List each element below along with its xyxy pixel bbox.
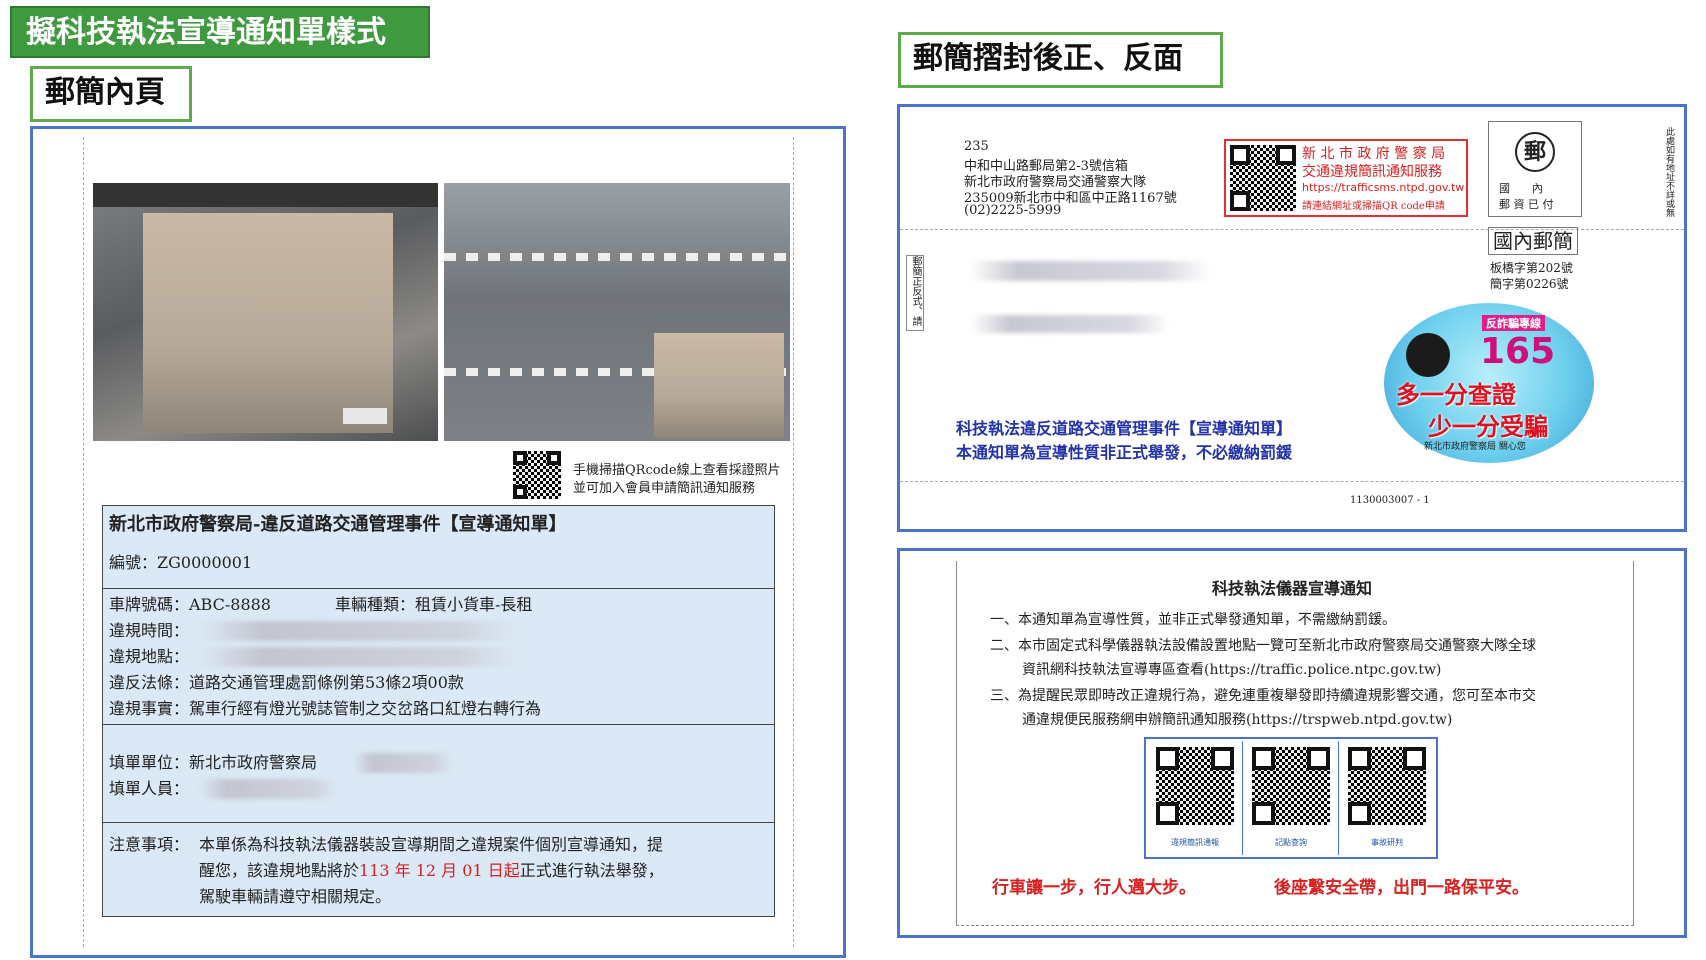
note-line-2: 醒您，該違規地點將於113 年 12 月 01 日起正式進行執法舉發， <box>199 858 664 883</box>
anti-fraud-badge: 反詐騙專線 165 多一分查證 少一分受騙 新北市政府警察局 關心您 <box>1384 303 1594 463</box>
redacted-recipient-address <box>970 261 1210 281</box>
guide-line <box>900 481 1684 482</box>
badge-hotline: 反詐騙專線 <box>1482 315 1545 331</box>
redacted-unit <box>353 753 453 773</box>
phone-number: (02)2225-5999 <box>964 203 1062 218</box>
vehicle-type: 車輛種類：租賃小貨車-長租 <box>335 595 533 614</box>
qr-code-group: 違規簡訊通報 記點查詢 事故研判 <box>1144 737 1438 859</box>
back-item-2a: 二、本市固定式科學儀器執法設備設置地點一覽可至新北市政府警察局交通警察大隊全球 <box>990 638 1536 654</box>
violation-fact: 違規事實：駕車行經有燈光號誌管制之交岔路口紅燈右轉行為 <box>109 699 542 718</box>
sms-qr-code[interactable] <box>1230 145 1296 211</box>
points-query-qr-code[interactable] <box>1252 747 1330 825</box>
qr-label-3: 事故研判 <box>1371 838 1403 847</box>
divider <box>103 588 774 589</box>
qr-cell-3[interactable]: 事故研判 <box>1340 741 1434 855</box>
qr-cell-2[interactable]: 記點查詢 <box>1244 741 1339 855</box>
truck-image <box>654 333 784 438</box>
enforcement-date: 113 年 12 月 01 日起 <box>359 861 520 880</box>
right-side-instruction: 此處如有地址不詳或無法投遞 <box>1664 127 1674 217</box>
postage-line-1: 國 內 <box>1499 182 1543 195</box>
filing-staff-label: 填單人員： <box>109 779 190 798</box>
badge-slogan-2: 少一分受騙 <box>1428 413 1548 441</box>
violation-place-label: 違規地點： <box>109 647 190 666</box>
note-line-3: 駕駛車輛請遵守相關規定。 <box>199 887 392 906</box>
qr-cell-1[interactable]: 違規簡訊通報 <box>1148 741 1243 855</box>
sms-line-2: 交通違規簡訊通知服務 <box>1302 164 1442 180</box>
permit-2: 簡字第0226號 <box>1490 277 1569 291</box>
back-item-2b: 資訊網科技執法宣導專區查看(https://traffic.police.ntp… <box>1022 662 1442 678</box>
notice-box: 新北市政府警察局-違反道路交通管理事件【宣導通知單】 編號：ZG0000001 … <box>102 505 775 917</box>
folded-label: 郵簡摺封後正、反面 <box>898 32 1223 88</box>
violation-time-label: 違規時間： <box>109 621 190 640</box>
sms-line-1: 新 北 市 政 府 警 察 局 <box>1302 146 1446 162</box>
main-title: 擬科技執法宣導通知單樣式 <box>10 6 430 58</box>
domestic-letter-card: 國內郵簡 <box>1488 227 1578 255</box>
badge-org: 新北市政府警察局 關心您 <box>1424 442 1526 452</box>
back-title: 科技執法儀器宣導通知 <box>1211 579 1372 598</box>
zip-code: 235 <box>964 139 989 154</box>
plate-number: 車牌號碼：ABC-8888 <box>109 595 271 614</box>
permit-1: 板橋字第202號 <box>1490 261 1573 275</box>
note-line-1: 本單係為科技執法儀器裝設宣導期間之違規案件個別宣導通知，提 <box>199 835 664 854</box>
inner-page-label: 郵簡內頁 <box>30 66 192 122</box>
plate-image <box>343 408 387 424</box>
note-text: 正式進行執法舉發， <box>519 861 664 880</box>
violated-law: 違反法條：道路交通管理處罰條例第53條2項00款 <box>109 673 464 692</box>
qr-label-1: 違規簡訊通報 <box>1171 838 1219 847</box>
tech-statement-2: 本通知單為宣導性質非正式舉發，不必繳納罰鍰 <box>956 443 1293 462</box>
qr-caption-2: 並可加入會員申請簡訊通知服務 <box>573 481 756 496</box>
post-emblem-icon: 郵 <box>1515 132 1555 172</box>
badge-slogan-1: 多一分查證 <box>1396 381 1516 409</box>
inner-page-panel: 手機掃描QRcode線上查看採證照片 並可加入會員申請簡訊通知服務 新北市政府警… <box>30 126 846 958</box>
notice-number: 編號：ZG0000001 <box>109 553 253 572</box>
envelope-front-panel: 235 中和中山路郵局第2-3號信箱 新北市政府警察局交通警察大隊 235009… <box>897 104 1687 532</box>
qr-caption-1: 手機掃描QRcode線上查看採證照片 <box>573 463 781 478</box>
back-item-1: 一、本通知單為宣導性質，並非正式舉發通知單，不需繳納罰鍰。 <box>990 612 1396 628</box>
side-instruction: 郵簡正反式、請參考背面 <box>906 255 924 331</box>
redacted-place <box>199 647 519 667</box>
guide-line <box>793 137 794 947</box>
filing-unit: 填單單位：新北市政府警察局 <box>109 753 318 772</box>
note-label: 注意事項： <box>109 835 190 854</box>
note-text: 醒您，該違規地點將於 <box>199 861 360 880</box>
sms-line-4: 請連結網址或掃描QR code申請 <box>1302 201 1445 212</box>
badge-165: 165 <box>1480 331 1556 372</box>
phone-icon <box>1406 333 1450 377</box>
serial-number: 1130003007 - 1 <box>1350 495 1430 506</box>
crosswalk-image <box>444 253 790 261</box>
guide-line <box>83 137 84 947</box>
accident-analysis-qr-code[interactable] <box>1348 747 1426 825</box>
back-item-3b: 通違規便民服務網申辦簡訊通知服務(https://trspweb.ntpd.go… <box>1022 712 1453 728</box>
redacted-recipient-name <box>970 315 1170 333</box>
slogan-1: 行車讓一步，行人邁大步。 <box>992 878 1196 898</box>
divider <box>103 822 774 823</box>
redacted-staff <box>199 779 339 799</box>
back-item-3a: 三、為提醒民眾即時改正違規行為，避免連重複舉發即持續違規影響交通，您可至本市交 <box>990 688 1536 704</box>
evidence-photo-2[interactable] <box>444 183 790 441</box>
sms-service-box: 新 北 市 政 府 警 察 局 交通違規簡訊通知服務 https://traff… <box>1224 139 1468 217</box>
sms-notice-qr-code[interactable] <box>1156 747 1234 825</box>
slogan-2: 後座繫安全帶，出門一路保平安。 <box>1274 878 1529 898</box>
truck-image <box>143 213 393 433</box>
qr-label-2: 記點查詢 <box>1275 838 1307 847</box>
postage-line-2: 郵 資 已 付 <box>1499 198 1554 211</box>
sms-url[interactable]: https://trafficsms.ntpd.gov.tw <box>1302 181 1464 194</box>
tech-statement-1: 科技執法違反道路交通管理事件【宣導通知單】 <box>956 419 1293 438</box>
redacted-time <box>199 621 519 641</box>
divider <box>103 724 774 725</box>
evidence-photo-1[interactable] <box>93 183 438 441</box>
postage-paid-box: 郵 國 內 郵 資 已 付 <box>1488 121 1582 217</box>
evidence-qr-code[interactable] <box>513 451 561 499</box>
envelope-back-panel: 科技執法儀器宣導通知 一、本通知單為宣導性質，並非正式舉發通知單，不需繳納罰鍰。… <box>897 548 1687 938</box>
notice-title: 新北市政府警察局-違反道路交通管理事件【宣導通知單】 <box>109 514 567 535</box>
photo-info-bar <box>93 183 438 207</box>
